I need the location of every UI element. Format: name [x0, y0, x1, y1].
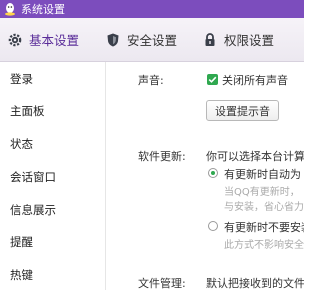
- file-section-label: 文件管理:: [138, 277, 186, 290]
- sidebar: 登录 主面板 状态 会话窗口 信息展示 提醒 热键: [0, 62, 106, 290]
- tab-basic-settings[interactable]: 基本设置: [7, 18, 79, 61]
- gear-icon: [7, 32, 23, 48]
- auto-update-label: 有更新时自动为: [224, 168, 301, 181]
- window-title: 系统设置: [21, 3, 65, 16]
- tab-security-settings[interactable]: 安全设置: [105, 18, 177, 61]
- sidebar-item-hotkeys[interactable]: 热键: [10, 267, 33, 283]
- sound-section-label: 声音:: [138, 74, 164, 87]
- auto-update-note-1: 当QQ有更新时，: [224, 187, 300, 198]
- sidebar-item-status[interactable]: 状态: [10, 136, 33, 152]
- tab-label: 权限设置: [224, 33, 275, 48]
- tab-label: 基本设置: [29, 33, 80, 48]
- sidebar-item-main-panel[interactable]: 主面板: [10, 103, 45, 119]
- set-notification-sound-button[interactable]: 设置提示音: [206, 100, 279, 121]
- lock-icon: [202, 32, 218, 48]
- settings-panel: 声音: 关闭所有声音 设置提示音 软件更新: 你可以选择本台计算机 有更新时自动…: [106, 62, 304, 290]
- sidebar-item-login[interactable]: 登录: [10, 71, 33, 87]
- tab-label: 安全设置: [127, 33, 178, 48]
- mute-all-label: 关闭所有声音: [222, 74, 288, 87]
- manual-update-note: 此方式不影响安全: [224, 240, 304, 251]
- checkmark-icon: [208, 76, 217, 83]
- update-section-label: 软件更新:: [138, 150, 186, 163]
- mute-all-checkbox[interactable]: [207, 74, 218, 85]
- manual-update-label: 有更新时不要安装: [224, 221, 304, 234]
- auto-update-note-2: 与安装，省心省力: [224, 202, 304, 213]
- sidebar-item-info-display[interactable]: 信息展示: [10, 202, 56, 218]
- file-description: 默认把接收到的文件保: [206, 277, 304, 290]
- manual-update-radio[interactable]: [208, 221, 218, 231]
- tab-permission-settings[interactable]: 权限设置: [202, 18, 274, 61]
- auto-update-radio[interactable]: [208, 168, 218, 178]
- update-description: 你可以选择本台计算机: [206, 150, 304, 163]
- title-bar: 系统设置: [0, 0, 304, 18]
- sidebar-item-chat-window[interactable]: 会话窗口: [10, 169, 56, 185]
- sidebar-item-reminders[interactable]: 提醒: [10, 234, 33, 250]
- qq-logo-icon: [3, 2, 17, 16]
- tab-bar: 基本设置 安全设置 权限设置: [0, 18, 304, 62]
- shield-icon: [105, 32, 121, 48]
